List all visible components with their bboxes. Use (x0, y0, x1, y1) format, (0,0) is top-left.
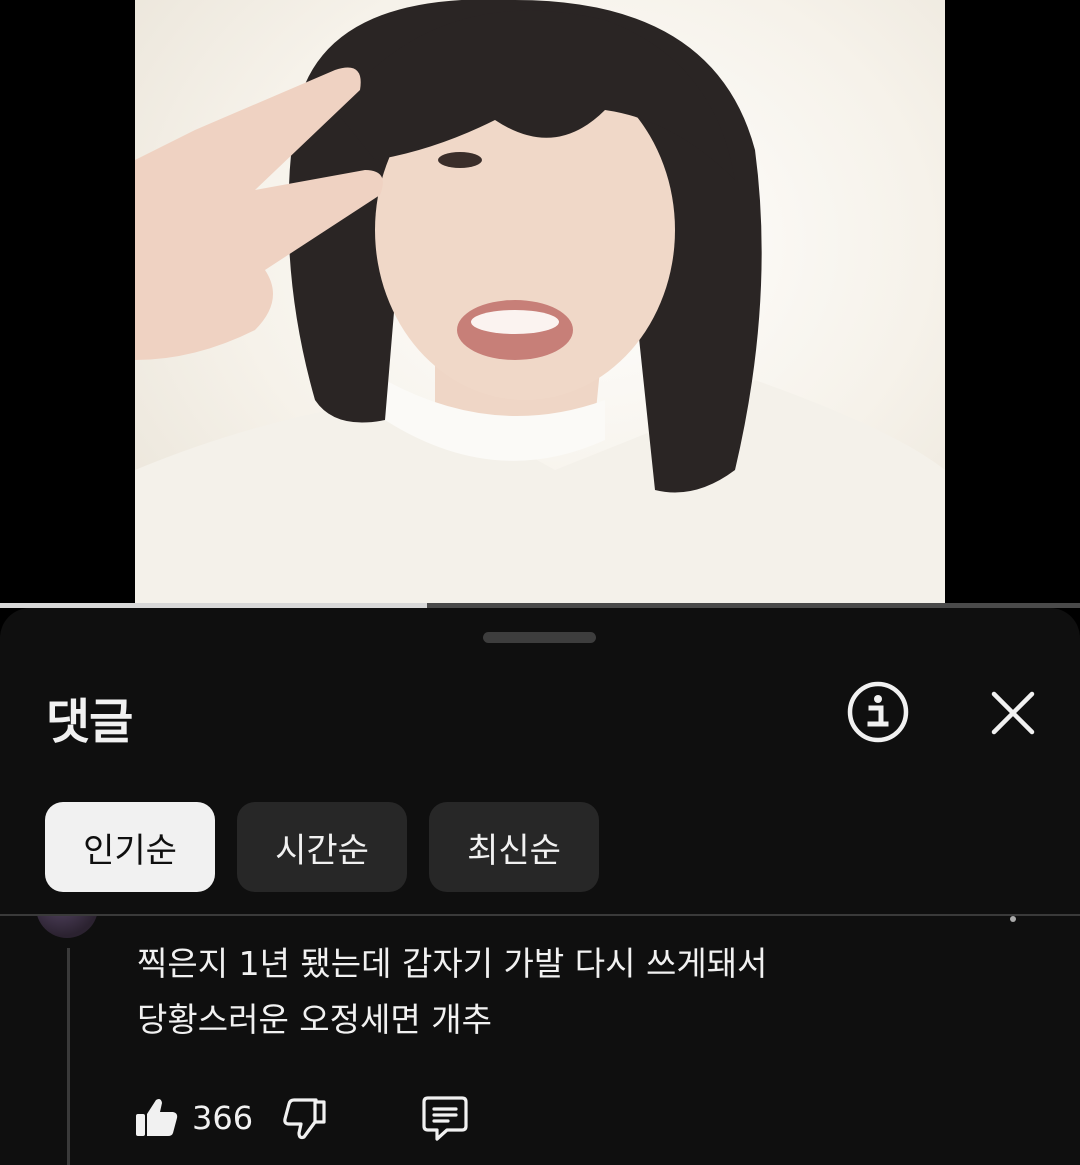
like-count: 366 (192, 1099, 254, 1137)
sheet-drag-handle[interactable] (483, 632, 596, 643)
comments-title: 댓글 (46, 694, 133, 750)
comment-text: 찍은지 1년 됐는데 갑자기 가발 다시 쓰게돼서 당황스러운 오정세면 개추 (137, 936, 1017, 1048)
avatar[interactable] (36, 916, 98, 938)
sort-chip-timed[interactable]: 시간순 (237, 802, 407, 892)
comment-line: 찍은지 1년 됐는데 갑자기 가발 다시 쓰게돼서 (137, 944, 768, 983)
video-still-illustration (135, 0, 945, 606)
info-button[interactable] (846, 680, 910, 744)
comment-line: 당황스러운 오정세면 개추 (137, 1000, 492, 1039)
reply-button[interactable] (420, 1093, 470, 1143)
sort-chip-group: 인기순 시간순 최신순 (45, 802, 599, 892)
like-button[interactable] (134, 1095, 180, 1141)
reply-comment-icon (422, 1096, 468, 1141)
sort-chip-top[interactable]: 인기순 (45, 802, 215, 892)
reply-thread-line (67, 948, 70, 1165)
comment-item: 찍은지 1년 됐는데 갑자기 가발 다시 쓰게돼서 당황스러운 오정세면 개추 … (0, 916, 1080, 1165)
sort-chip-newest[interactable]: 최신순 (429, 802, 599, 892)
close-icon (991, 691, 1035, 735)
comment-actions: 366 (134, 1094, 470, 1142)
dislike-button[interactable] (282, 1095, 328, 1141)
close-button[interactable] (985, 685, 1041, 741)
thumbs-up-icon (136, 1099, 178, 1136)
thumbs-down-icon (283, 1098, 326, 1140)
info-icon (847, 681, 909, 743)
video-frame-image[interactable] (135, 0, 945, 606)
more-options-icon[interactable] (1010, 916, 1016, 922)
video-player[interactable] (0, 0, 1080, 608)
comments-sheet: 댓글 인기순 시간순 최신순 찍은지 1년 됐는데 갑자기 가발 다시 쓰게돼서… (0, 608, 1080, 1165)
